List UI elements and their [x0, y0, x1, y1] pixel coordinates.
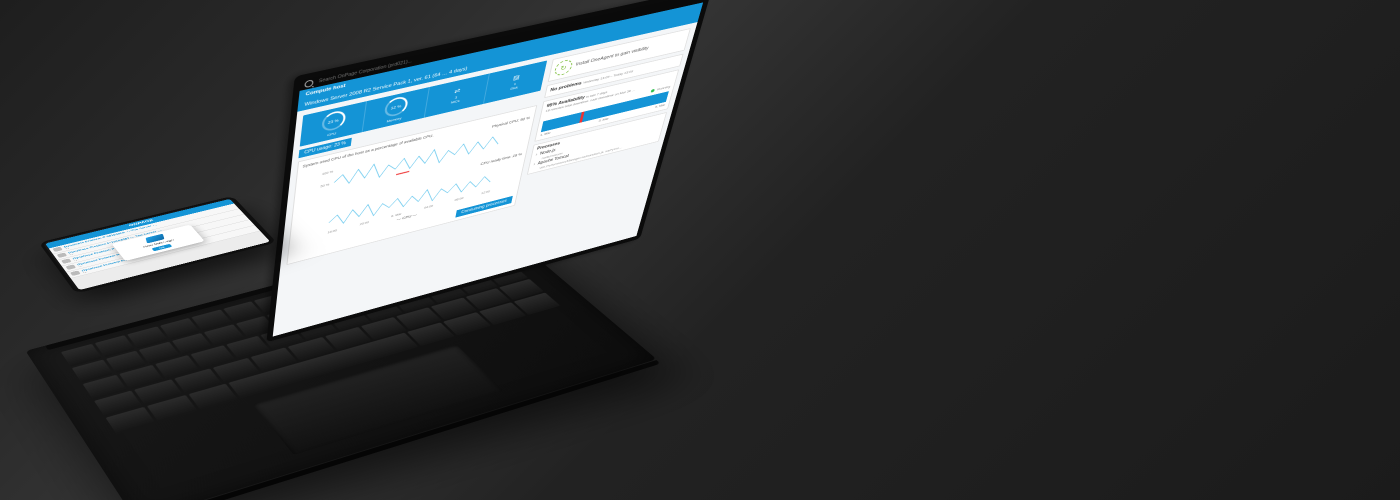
problems-title: No problems — [550, 81, 582, 93]
search-icon — [304, 79, 314, 88]
svg-text:100 %: 100 % — [322, 170, 334, 177]
phone-device: ONPAGE Dynatrace Problem P-18104069 — Th… — [39, 196, 277, 294]
avatar-icon — [66, 264, 77, 269]
svg-text:50 %: 50 % — [320, 182, 330, 188]
chart-legend-cpu: CPU — [402, 214, 412, 220]
metric-nic-label: NICs — [451, 98, 461, 104]
chevron-right-icon: › — [535, 152, 538, 157]
chevron-right-icon: › — [533, 162, 536, 167]
status-running-dot — [650, 89, 654, 93]
phone-viewport: ONPAGE Dynatrace Problem P-18104069 — Th… — [45, 199, 270, 290]
avatar-icon — [61, 258, 72, 263]
avatar-icon — [70, 270, 81, 276]
refresh-icon: ↻ — [553, 58, 573, 77]
metric-disk-label: Disk — [510, 85, 518, 91]
